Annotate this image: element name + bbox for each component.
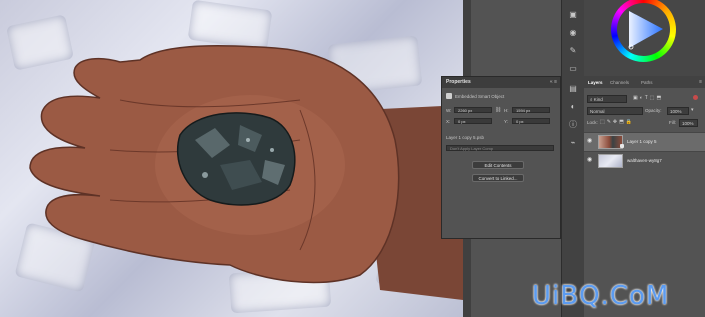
x-field[interactable]: 0 px: [454, 118, 492, 124]
properties-panel: Properties « ≡ Embedded Smart Object W: …: [441, 76, 561, 239]
tab-layers[interactable]: Layers: [588, 80, 603, 85]
brush-settings-icon[interactable]: ✎: [568, 46, 578, 56]
visibility-eye-icon[interactable]: ◉: [587, 157, 593, 163]
filter-kind-select[interactable]: ⌕ Kind: [587, 95, 627, 103]
cube-icon[interactable]: ▣: [568, 10, 578, 20]
layer-filter-row: ⌕ Kind ▣◐T⬚⬒: [587, 95, 700, 103]
layer-thumbnail: [598, 154, 623, 168]
paths-icon[interactable]: ⌁: [568, 138, 578, 148]
adjustments-icon[interactable]: ◐: [568, 102, 578, 112]
filter-toggle-icon[interactable]: [693, 95, 698, 100]
opacity-field[interactable]: 100%: [667, 107, 689, 115]
width-field[interactable]: 2260 px: [454, 107, 492, 113]
smart-object-icon: [446, 93, 452, 99]
lock-options-icons[interactable]: ⬚✎✥⬒🔒: [600, 119, 634, 125]
color-wheel-icon[interactable]: [611, 0, 676, 62]
x-label: X:: [446, 119, 451, 124]
hand-photo: [29, 45, 463, 300]
chevron-down-icon[interactable]: ▾: [691, 107, 694, 113]
edit-contents-button[interactable]: Edit Contents: [472, 161, 524, 169]
filter-type-icons[interactable]: ▣◐T⬚⬒: [633, 95, 663, 101]
blend-row: Normal Opacity: 100% ▾: [587, 107, 700, 115]
layer-comp-select[interactable]: Don't Apply Layer Comp: [446, 145, 554, 151]
history-icon[interactable]: ▤: [568, 84, 578, 94]
opacity-label: Opacity:: [645, 108, 662, 113]
y-label: Y:: [504, 119, 509, 124]
blend-mode-select[interactable]: Normal: [587, 107, 643, 115]
filter-kind-label: Kind: [593, 97, 603, 102]
smart-object-badge-icon: [620, 144, 624, 148]
layer-row[interactable]: ◉ Layer 1 copy 5: [584, 132, 705, 151]
height-label: H:: [504, 108, 509, 113]
height-field[interactable]: 1594 px: [512, 107, 550, 113]
visibility-eye-icon[interactable]: ◉: [587, 138, 593, 144]
lock-label: Lock:: [587, 120, 598, 125]
source-file-label: Layer 1 copy 5.psb: [446, 135, 485, 140]
panel-menu-icon[interactable]: ≡: [699, 79, 702, 85]
panel-icon-strip: ▣ ◉ ✎ ▭ ▤ ◐ ⓘ ⌁: [561, 0, 584, 317]
color-wheel-center: [617, 3, 670, 56]
layer-name[interactable]: Layer 1 copy 5: [627, 139, 657, 144]
object-type-label: Embedded Smart Object: [455, 94, 505, 99]
link-proportions-icon[interactable]: ⛓: [495, 107, 501, 113]
fill-label: Fill:: [669, 120, 676, 125]
lock-row: Lock: ⬚✎✥⬒🔒 Fill: 100%: [587, 119, 700, 127]
document-canvas[interactable]: [0, 0, 463, 317]
layers-tabbar: Layers Channels Paths ≡: [584, 76, 705, 88]
rock-shape: [176, 112, 296, 206]
properties-title[interactable]: Properties: [446, 79, 471, 85]
info-icon[interactable]: ⓘ: [568, 120, 578, 130]
watermark-text: UiBQ.CoM: [532, 281, 670, 311]
frame-icon[interactable]: ▭: [568, 64, 578, 74]
tab-paths[interactable]: Paths: [641, 80, 653, 85]
y-field[interactable]: 0 px: [512, 118, 550, 124]
convert-to-linked-button[interactable]: Convert to Linked...: [472, 174, 524, 182]
layer-row[interactable]: ◉ walthaven-wy8g7: [584, 151, 705, 170]
color-triangle[interactable]: [617, 3, 670, 56]
tab-channels[interactable]: Channels: [610, 80, 629, 85]
properties-header: Properties « ≡: [442, 77, 560, 88]
fill-field[interactable]: 100%: [679, 119, 698, 127]
layer-name[interactable]: walthaven-wy8g7: [627, 158, 662, 163]
panel-menu-icon[interactable]: « ≡: [550, 79, 557, 85]
sphere-icon[interactable]: ◉: [568, 28, 578, 38]
width-label: W:: [446, 108, 452, 113]
color-panel: [584, 0, 705, 76]
